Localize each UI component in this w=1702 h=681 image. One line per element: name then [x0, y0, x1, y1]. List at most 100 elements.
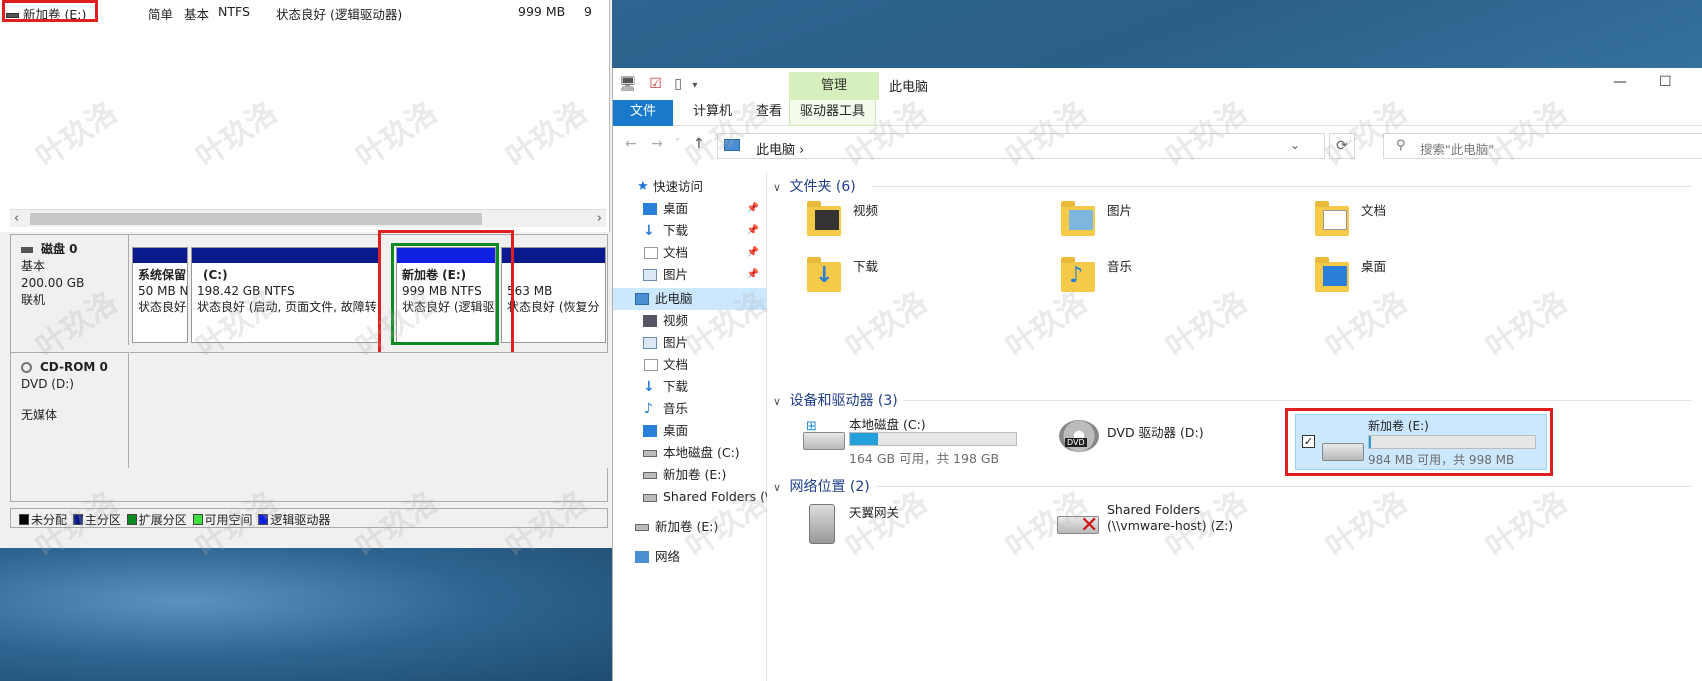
music-folder-icon: ♪: [1061, 257, 1095, 292]
group-devices[interactable]: ∨ 设备和驱动器 (3): [773, 390, 1693, 410]
nav-network[interactable]: 网络: [613, 546, 767, 568]
desktop-folder-icon: [1315, 257, 1349, 292]
document-icon: [644, 359, 658, 371]
nav-pc-pictures[interactable]: 图片: [613, 332, 767, 354]
nav-label: 网络: [655, 549, 681, 564]
folder-desktop[interactable]: 桌面: [1311, 252, 1531, 298]
folder-documents[interactable]: 文档: [1311, 196, 1531, 242]
partition-c[interactable]: (C:) 198.42 GB NTFS 状态良好 (启动, 页面文件, 故障转: [191, 247, 381, 343]
nav-downloads[interactable]: ↓ 下载 📌: [613, 220, 767, 242]
partition-bar: [502, 248, 605, 263]
nav-documents[interactable]: 文档 📌: [613, 242, 767, 264]
folder-videos[interactable]: 视频: [803, 196, 1023, 242]
quick-access-toolbar: 🖥 ☑ ▯ ▾: [619, 76, 697, 92]
nav-new-volume[interactable]: 新加卷 (E:): [613, 516, 767, 538]
folder-pictures[interactable]: 图片: [1057, 196, 1277, 242]
download-icon: ↓: [643, 379, 655, 395]
ribbon-tabs: 文件 计算机 查看 驱动器工具: [613, 100, 1702, 126]
nav-pc-documents[interactable]: 文档: [613, 354, 767, 376]
partition-recovery[interactable]: 563 MB 状态良好 (恢复分: [501, 247, 606, 343]
nav-label: 音乐: [663, 401, 689, 416]
nav-label: 此电脑: [655, 291, 693, 306]
window-title: 此电脑: [889, 80, 929, 95]
net-label: Shared Folders: [1107, 502, 1201, 517]
download-icon: ↓: [643, 223, 655, 239]
nav-pictures[interactable]: 图片 📌: [613, 264, 767, 286]
tab-file[interactable]: 文件: [613, 100, 673, 126]
new-folder-icon[interactable]: ▯: [674, 76, 682, 92]
this-pc-icon: [724, 139, 740, 151]
refresh-icon[interactable]: ⟳: [1329, 133, 1355, 159]
nav-videos[interactable]: 视频: [613, 310, 767, 332]
forward-icon[interactable]: →: [651, 136, 663, 152]
scroll-left-icon[interactable]: ‹: [14, 211, 19, 226]
tab-computer[interactable]: 计算机: [683, 100, 742, 126]
this-pc-icon: [635, 293, 649, 305]
address-bar[interactable]: 此电脑 › ⌄: [717, 133, 1325, 159]
breadcrumb[interactable]: 此电脑 ›: [756, 139, 804, 158]
group-network[interactable]: ∨ 网络位置 (2): [773, 476, 1693, 496]
pin-icon[interactable]: 📌: [747, 242, 759, 264]
nav-label: Shared Folders (\\: [663, 489, 767, 504]
nav-pc-downloads[interactable]: ↓ 下载: [613, 376, 767, 398]
nav-music[interactable]: ♪ 音乐: [613, 398, 767, 420]
search-box[interactable]: ⚲ 搜索"此电脑": [1383, 133, 1702, 159]
drive-c[interactable]: ⊞ 本地磁盘 (C:) 164 GB 可用，共 198 GB: [803, 412, 1033, 466]
legend-swatch-primary: [72, 514, 83, 525]
nav-desktop[interactable]: 桌面 📌: [613, 198, 767, 220]
folder-label: 音乐: [1107, 259, 1133, 274]
group-divider: [903, 400, 1691, 401]
maximize-icon[interactable]: ☐: [1659, 74, 1672, 90]
nav-label: 下载: [663, 223, 689, 238]
nav-quick-access[interactable]: 快速访问 ★: [613, 176, 767, 198]
back-icon[interactable]: ←: [625, 136, 637, 152]
breadcrumb-this-pc[interactable]: 此电脑: [756, 143, 795, 158]
nav-this-pc[interactable]: 此电脑: [613, 288, 767, 310]
folder-music[interactable]: ♪ 音乐: [1057, 252, 1277, 298]
nav-pc-desktop[interactable]: 桌面: [613, 420, 767, 442]
net-gateway[interactable]: 天翼网关: [803, 500, 1033, 550]
drive-dvd[interactable]: DVD DVD 驱动器 (D:): [1057, 412, 1287, 462]
desktop-wallpaper: [0, 548, 612, 681]
pin-icon[interactable]: 📌: [747, 198, 759, 220]
folder-downloads[interactable]: ↓ 下载: [803, 252, 1023, 298]
tab-drive-tools[interactable]: 驱动器工具: [789, 100, 877, 126]
manage-context-tab[interactable]: 管理: [789, 72, 879, 100]
cdrom-media: 无媒体: [21, 408, 58, 422]
nav-new-volume-e[interactable]: 新加卷 (E:): [613, 464, 767, 486]
pin-icon[interactable]: 📌: [747, 264, 759, 286]
dvd-icon: DVD: [1059, 420, 1099, 452]
net-shared-folders[interactable]: ✕ Shared Folders (\\vmware-host) (Z:): [1057, 500, 1317, 550]
partition-status: 状态良好: [138, 300, 187, 314]
desktop-icon: [643, 425, 657, 437]
customize-toolbar-icon[interactable]: ▾: [692, 80, 697, 91]
scroll-right-icon[interactable]: ›: [597, 211, 602, 226]
nav-label: 图片: [663, 267, 689, 282]
tab-view[interactable]: 查看: [746, 100, 792, 126]
picture-folder-icon: [1061, 201, 1095, 236]
nav-label: 图片: [663, 335, 689, 350]
properties-icon[interactable]: ☑: [649, 76, 662, 92]
disk0-type: 基本: [21, 259, 46, 273]
cdrom-label[interactable]: CD-ROM 0 DVD (D:) 无媒体: [11, 352, 129, 468]
drive-label: 本地磁盘 (C:): [849, 417, 926, 432]
up-icon[interactable]: ↑: [693, 136, 705, 152]
group-folders[interactable]: ∨ 文件夹 (6): [773, 176, 1693, 196]
scrollbar-thumb[interactable]: [30, 213, 482, 225]
volume-capacity: 999 MB: [518, 4, 566, 19]
pin-icon[interactable]: 📌: [747, 220, 759, 242]
disk-icon: [21, 246, 33, 253]
nav-shared-folders[interactable]: Shared Folders (\\: [613, 486, 767, 508]
partition-system-reserved[interactable]: 系统保留 50 MB N 状态良好: [132, 247, 188, 343]
disk0-label[interactable]: 磁盘 0 基本 200.00 GB 联机: [11, 235, 129, 345]
partition-name: 系统保留: [138, 268, 187, 282]
legend-swatch-extended: [126, 514, 137, 525]
folder-label: 桌面: [1361, 259, 1387, 274]
nav-local-disk-c[interactable]: 本地磁盘 (C:): [613, 442, 767, 464]
computer-icon[interactable]: 🖥: [619, 76, 637, 92]
horizontal-scrollbar[interactable]: ‹ ›: [10, 209, 606, 227]
recent-dropdown-icon[interactable]: ˅: [675, 138, 680, 149]
minimize-icon[interactable]: —: [1613, 74, 1627, 90]
title-bar: 🖥 ☑ ▯ ▾ 管理 此电脑 — ☐: [613, 68, 1702, 100]
address-dropdown-icon[interactable]: ⌄: [1290, 138, 1300, 152]
